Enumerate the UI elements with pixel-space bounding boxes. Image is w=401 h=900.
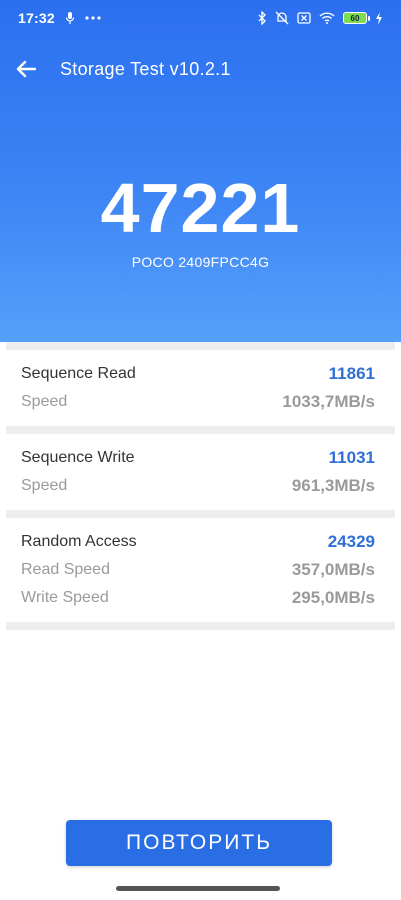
device-name: POCO 2409FPCC4G bbox=[131, 254, 270, 270]
charging-bolt-icon bbox=[375, 11, 383, 25]
bluetooth-icon bbox=[257, 11, 267, 25]
more-notifications-icon bbox=[85, 16, 101, 20]
divider bbox=[6, 342, 395, 350]
result-score: 24329 bbox=[327, 532, 375, 551]
divider bbox=[6, 622, 395, 630]
hero-header: 17:32 60 Storage Test v10.2.1 47221 POCO… bbox=[0, 0, 401, 342]
result-row-label: Write Speed bbox=[21, 589, 109, 606]
result-card-random-access: Random Access 24329 Read Speed 357,0MB/s… bbox=[0, 518, 401, 622]
app-bar: Storage Test v10.2.1 bbox=[0, 50, 401, 88]
divider bbox=[6, 510, 395, 518]
retry-button[interactable]: ПОВТОРИТЬ bbox=[66, 820, 332, 866]
total-score: 47221 bbox=[100, 169, 301, 247]
result-row-value: 1033,7MB/s bbox=[282, 392, 375, 411]
wifi-icon bbox=[319, 12, 335, 24]
status-bar: 17:32 60 bbox=[0, 0, 401, 36]
result-row-value: 357,0MB/s bbox=[291, 560, 375, 579]
result-score: 11031 bbox=[328, 448, 375, 467]
screen: 17:32 60 Storage Test v10.2.1 47221 POCO… bbox=[0, 0, 401, 900]
page-title: Storage Test v10.2.1 bbox=[60, 58, 231, 79]
divider bbox=[6, 426, 395, 434]
result-row-label: Speed bbox=[21, 393, 68, 410]
result-row-label: Speed bbox=[21, 477, 68, 494]
result-name: Sequence Write bbox=[21, 449, 135, 466]
bell-muted-icon bbox=[275, 11, 289, 25]
result-name: Sequence Read bbox=[21, 365, 136, 382]
arrow-left-icon bbox=[16, 60, 36, 78]
microphone-icon bbox=[65, 11, 75, 25]
result-row-value: 295,0MB/s bbox=[291, 588, 375, 607]
results-list: Sequence Read 11861 Speed 1033,7MB/s Seq… bbox=[0, 342, 401, 630]
back-button[interactable] bbox=[14, 57, 38, 81]
result-score: 11861 bbox=[328, 364, 375, 383]
status-time: 17:32 bbox=[18, 10, 55, 26]
result-card-sequence-read: Sequence Read 11861 Speed 1033,7MB/s bbox=[0, 350, 401, 426]
home-indicator[interactable] bbox=[116, 886, 280, 891]
result-row-label: Read Speed bbox=[21, 561, 110, 578]
result-card-sequence-write: Sequence Write 11031 Speed 961,3MB/s bbox=[0, 434, 401, 510]
no-sim-icon bbox=[297, 12, 311, 24]
result-name: Random Access bbox=[21, 533, 137, 550]
battery-icon: 60 bbox=[343, 12, 370, 24]
result-row-value: 961,3MB/s bbox=[291, 476, 375, 495]
